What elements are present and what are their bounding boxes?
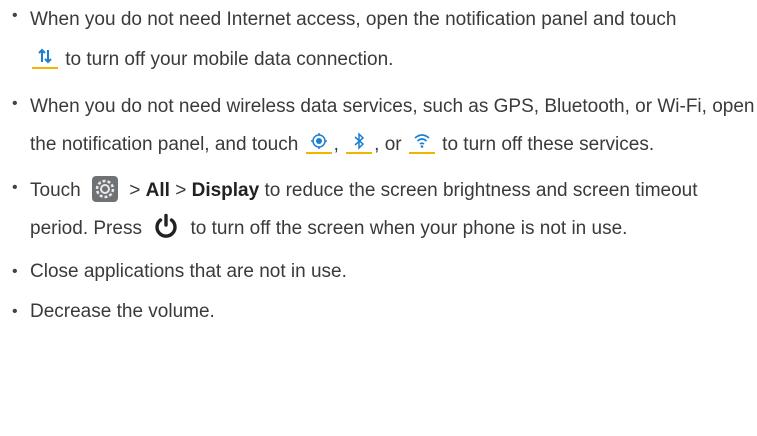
gps-icon [305,130,332,154]
list-item-text: When you do not need Internet access, op… [30,0,755,80]
bluetooth-icon [346,130,373,154]
text-span: to turn off the screen when your phone i… [190,218,628,239]
text-span: > [175,180,187,201]
list-item-text: Decrease the volume. [30,301,215,322]
list-item-text: When you do not need wireless data servi… [30,88,755,164]
list-item-mobile-data: • When you do not need Internet access, … [10,0,755,80]
list-item-display: • Touch > All > Display to reduce the sc… [10,172,755,248]
bullet: • [12,7,18,24]
wifi-icon [408,130,435,154]
text-span: Touch [30,180,81,201]
list-item-volume: • Decrease the volume. [10,296,755,328]
text-span: to turn off these services. [442,134,655,155]
list-item-text: Close applications that are not in use. [30,261,347,282]
bullet: • [12,263,18,280]
text-span: to turn off your mobile data connection. [65,49,394,70]
list-item-text: Touch > All > Display to reduce the scre… [30,172,755,248]
settings-icon [91,176,118,202]
power-icon [153,213,179,239]
bullet: • [12,179,18,196]
mobile-data-icon [32,45,58,69]
text-span: When you do not need Internet access, op… [30,9,677,30]
bullet: • [12,303,18,320]
tips-list: • When you do not need Internet access, … [10,0,755,336]
list-item-close-apps: • Close applications that are not in use… [10,256,755,288]
text-span: , [333,134,339,155]
text-span: , or [374,134,402,155]
menu-path-display: Display [191,180,260,201]
list-item-wireless: • When you do not need wireless data ser… [10,88,755,164]
text-span: > [129,180,141,201]
menu-path-all: All [145,180,170,201]
bullet: • [12,95,18,112]
